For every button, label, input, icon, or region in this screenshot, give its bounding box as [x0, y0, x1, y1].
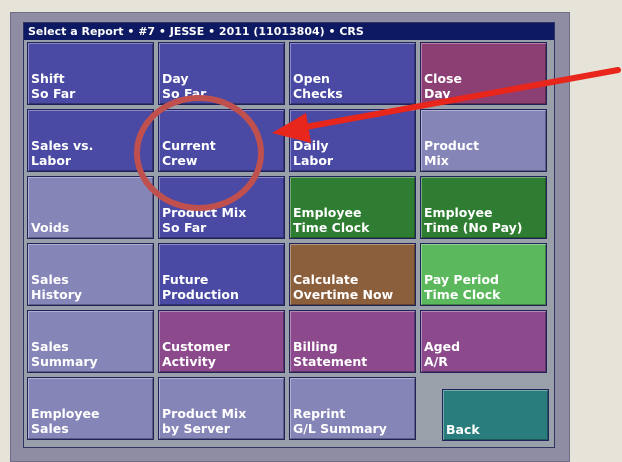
tile-label-line2: Day [424, 86, 451, 101]
billing-statement-button[interactable]: Billing Statement [289, 310, 416, 373]
tile-label-line1: Pay Period [424, 272, 499, 287]
tile-label-line1: Employee [424, 205, 493, 220]
pay-period-time-clock-button[interactable]: Pay Period Time Clock [420, 243, 547, 306]
tile-label-line1: Sales vs. [31, 138, 94, 153]
tile-label-line2: Labor [293, 153, 334, 168]
tile-label-line2: A/R [424, 354, 448, 369]
tile-label-line2: by Server [162, 421, 230, 436]
report-button-grid: Shift So Far Day So Far Open Checks Close Day Sa… [27, 42, 551, 444]
tile-label-line1: Product Mix [162, 205, 247, 220]
tile-label-line1: Close [424, 71, 462, 86]
employee-sales-button[interactable]: Employee Sales [27, 377, 154, 440]
tile-label-line2: So Far [162, 86, 207, 101]
tile-label-line1: Open [293, 71, 330, 86]
tile-label-line1: Aged [424, 339, 461, 354]
tile-label-line1: Day [162, 71, 189, 86]
tile-label-line2: Mix [424, 153, 449, 168]
employee-time-clock-button[interactable]: Employee Time Clock [289, 176, 416, 239]
tile-label-line2: So Far [31, 86, 76, 101]
tile-label-line2: Time Clock [293, 220, 370, 235]
tile-label-line1: Sales [31, 272, 69, 287]
tile-label-line1: Reprint [293, 406, 346, 421]
tile-label-line2: Production [162, 287, 239, 302]
tile-label-line2: Statement [293, 354, 368, 369]
tile-label-line1: Sales [31, 339, 69, 354]
tile-label-line2: Time Clock [424, 287, 501, 302]
voids-button[interactable]: Voids [27, 176, 154, 239]
tile-label-line2: Checks [293, 86, 343, 101]
day-so-far-button[interactable]: Day So Far [158, 42, 285, 105]
tile-label-line2: So Far [162, 220, 207, 235]
product-mix-so-far-button[interactable]: Product Mix So Far [158, 176, 285, 239]
aged-ar-button[interactable]: Aged A/R [420, 310, 547, 373]
product-mix-by-server-button[interactable]: Product Mix by Server [158, 377, 285, 440]
tile-label-line1: Billing [293, 339, 338, 354]
tile-label-line2: Voids [31, 220, 70, 235]
sales-vs-labor-button[interactable]: Sales vs. Labor [27, 109, 154, 172]
future-production-button[interactable]: Future Production [158, 243, 285, 306]
tile-label-line1: Product Mix [162, 406, 247, 421]
tile-label-line2: G/L Summary [293, 421, 387, 436]
daily-labor-button[interactable]: Daily Labor [289, 109, 416, 172]
reprint-gl-summary-button[interactable]: Reprint G/L Summary [289, 377, 416, 440]
tile-label-line1: Product [424, 138, 480, 153]
tile-label-line1: Customer [162, 339, 230, 354]
tile-label-line1: Employee [31, 406, 100, 421]
tile-label-line1: Employee [293, 205, 362, 220]
tile-label-line2: Overtime Now [293, 287, 394, 302]
tile-label-line1: Shift [31, 71, 65, 86]
tile-label-line1: Calculate [293, 272, 359, 287]
tile-label-line2: Labor [31, 153, 72, 168]
tile-label-line2: Summary [31, 354, 98, 369]
tile-label-line2: Sales [31, 421, 69, 436]
sales-summary-button[interactable]: Sales Summary [27, 310, 154, 373]
shift-so-far-button[interactable]: Shift So Far [27, 42, 154, 105]
tile-label-line2: Activity [162, 354, 216, 369]
close-day-button[interactable]: Close Day [420, 42, 547, 105]
tile-label-line2: Time (No Pay) [424, 220, 523, 235]
tile-label-line1: Daily [293, 138, 329, 153]
employee-time-no-pay-button[interactable]: Employee Time (No Pay) [420, 176, 547, 239]
tile-label-line2: History [31, 287, 83, 302]
product-mix-button[interactable]: Product Mix [420, 109, 547, 172]
back-button[interactable]: Back [442, 389, 549, 441]
tile-label-line2: Crew [162, 153, 198, 168]
sales-history-button[interactable]: Sales History [27, 243, 154, 306]
tile-label-line1: Current [162, 138, 216, 153]
report-window: Select a Report • #7 • JESSE • 2011 (110… [23, 22, 555, 448]
tile-label-line2: Back [446, 422, 480, 437]
open-checks-button[interactable]: Open Checks [289, 42, 416, 105]
customer-activity-button[interactable]: Customer Activity [158, 310, 285, 373]
window-title: Select a Report • #7 • JESSE • 2011 (110… [24, 23, 554, 40]
calculate-overtime-now-button[interactable]: Calculate Overtime Now [289, 243, 416, 306]
current-crew-button[interactable]: Current Crew [158, 109, 285, 172]
tile-label-line1: Future [162, 272, 209, 287]
